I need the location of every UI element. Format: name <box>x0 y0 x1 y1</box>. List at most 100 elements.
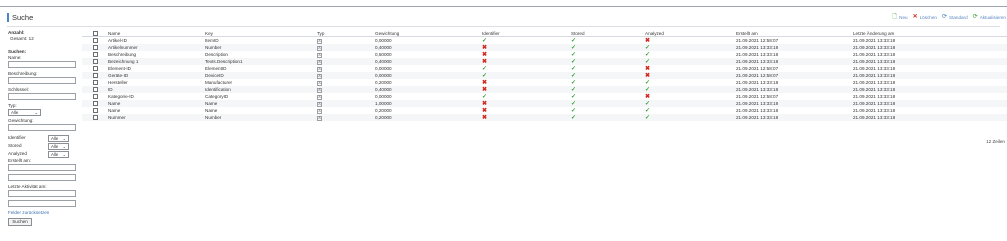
cell-name: Nummer <box>108 115 126 120</box>
row-select-cell <box>82 59 108 64</box>
row-checkbox[interactable] <box>92 45 98 50</box>
last-activity-to-input[interactable] <box>8 200 76 207</box>
cell-gewichtung: 0,00000 <box>375 94 392 99</box>
row-checkbox[interactable] <box>92 80 98 85</box>
created-from-input[interactable] <box>8 164 76 171</box>
row-checkbox[interactable] <box>92 38 98 43</box>
analyzed-label: Analyzed <box>8 151 27 156</box>
cell-key: Name <box>205 108 218 113</box>
table-body: Artikel-ID ItemID A 0,00000 ✓ ✓ ✖ 21.09.2021 12… <box>82 37 1007 121</box>
results-table: Name Key Typ Gewichtung Identifier Store… <box>82 30 1007 121</box>
cell-key: Description <box>205 52 228 57</box>
select-all-checkbox[interactable] <box>92 30 98 36</box>
cell-changed: 21.09.2021 13:33:18 <box>853 101 896 106</box>
cell-stored: ✓ <box>571 114 645 122</box>
cell-name: Artikel-ID <box>108 38 127 43</box>
name-input[interactable] <box>8 61 76 68</box>
cell-created: 21.09.2021 13:33:18 <box>736 52 779 57</box>
row-checkbox[interactable] <box>92 87 98 92</box>
page-plus-icon: 🗋 <box>892 14 898 20</box>
cell-created: 21.09.2021 13:33:18 <box>736 80 779 85</box>
identifier-label: Identifier <box>8 135 26 140</box>
header-identifier[interactable]: Identifier <box>482 30 571 37</box>
cell-changed: 21.09.2021 13:33:18 <box>853 52 896 57</box>
cell-gewichtung: 0,20000 <box>375 115 392 120</box>
identifier-select-value: Alle <box>51 135 59 141</box>
cell-name: Beschreibung <box>108 52 137 57</box>
cell-typ: A <box>317 107 375 114</box>
cell-key: Texts.Description1 <box>205 59 243 64</box>
search-button[interactable]: Suchen <box>8 218 32 226</box>
cell-changed: 21.09.2021 13:33:18 <box>853 115 896 120</box>
cell-gewichtung: 0,20000 <box>375 80 392 85</box>
analyzed-filter: Analyzed Alle ⌄ <box>8 150 80 158</box>
row-checkbox[interactable] <box>92 73 98 78</box>
cell-name: Artikelnummer <box>108 45 138 50</box>
header-stored[interactable]: Stored <box>571 30 645 37</box>
type-select-value: Alle <box>11 110 19 115</box>
row-checkbox[interactable] <box>92 115 98 120</box>
cell-gewichtung: 0,00000 <box>375 73 392 78</box>
header-created[interactable]: Erstellt am <box>736 30 853 37</box>
header-changed[interactable]: Letzte Änderung am <box>853 30 1007 37</box>
cell-gewichtung: 0,20000 <box>375 108 392 113</box>
table-row[interactable]: Nummer Number A 0,20000 ✖ ✓ ✓ 21.09.2021 13:33:… <box>82 114 1007 121</box>
row-checkbox[interactable] <box>92 66 98 71</box>
header-name[interactable]: Name <box>108 30 205 37</box>
row-checkbox[interactable] <box>92 52 98 57</box>
new-button[interactable]: 🗋 Neu <box>892 14 907 20</box>
standard-button[interactable]: ⟳ Standard <box>942 14 968 20</box>
row-checkbox[interactable] <box>92 101 98 106</box>
type-select[interactable]: Alle ⌄ <box>8 109 41 116</box>
row-count: 12 Zeilen <box>986 139 1005 144</box>
analyzed-select[interactable]: Alle ⌄ <box>48 150 69 158</box>
header-key[interactable]: Key <box>205 30 317 37</box>
header-typ[interactable]: Typ <box>317 30 375 37</box>
reset-fields-link[interactable]: Felder zurücksetzen <box>8 210 80 216</box>
cell-gewichtung: 0,50000 <box>375 52 392 57</box>
cell-typ: A <box>317 58 375 65</box>
row-select-cell <box>82 108 108 113</box>
cell-created: 21.09.2021 13:33:18 <box>736 87 779 92</box>
page-title: Suche <box>7 13 33 22</box>
header-divider <box>7 26 1000 27</box>
new-button-label: Neu <box>899 14 908 20</box>
row-checkbox[interactable] <box>92 59 98 64</box>
row-checkbox[interactable] <box>92 94 98 99</box>
cell-changed: 21.09.2021 13:33:18 <box>853 59 896 64</box>
cell-changed: 21.09.2021 13:33:18 <box>853 73 896 78</box>
cell-name: Name <box>108 108 121 113</box>
check-icon: ✓ <box>571 114 577 121</box>
cell-name: Kategorie-ID <box>108 94 134 99</box>
cell-typ: A <box>317 51 375 58</box>
created-to-input[interactable] <box>8 174 76 181</box>
header-analyzed[interactable]: Analyzed <box>645 30 736 37</box>
cell-key: Number <box>205 45 222 50</box>
description-input[interactable] <box>8 77 76 84</box>
row-checkbox[interactable] <box>92 108 98 113</box>
row-select-cell <box>82 52 108 57</box>
cell-changed: 21.09.2021 13:33:18 <box>853 38 896 43</box>
identifier-filter: Identifier Alle ⌄ <box>8 134 80 142</box>
delete-button[interactable]: ✕ Löschen <box>913 14 937 20</box>
cell-typ: A <box>317 44 375 51</box>
last-activity-from-input[interactable] <box>8 190 76 197</box>
cell-gewichtung: 0,40000 <box>375 45 392 50</box>
row-select-cell <box>82 115 108 120</box>
identifier-select[interactable]: Alle ⌄ <box>48 134 69 142</box>
cell-changed: 21.09.2021 13:33:18 <box>853 87 896 92</box>
cell-key: CategoryID <box>205 94 229 99</box>
header-gewichtung[interactable]: Gewichtung <box>375 30 482 37</box>
cell-key: ItemID <box>205 38 219 43</box>
key-input[interactable] <box>8 93 76 100</box>
search-sidebar: Anzahl: Gesamt: 12 Suchen: Name: Beschre… <box>8 30 80 226</box>
update-button[interactable]: ⟳ Aktualisieren <box>973 14 1006 20</box>
cell-key: Number <box>205 115 222 120</box>
cell-typ: A <box>317 79 375 86</box>
weight-input[interactable] <box>8 124 76 131</box>
cell-created: 21.09.2021 12:58:07 <box>736 94 779 99</box>
cell-key: ElementID <box>205 66 227 71</box>
cell-created: 21.09.2021 13:33:18 <box>736 45 779 50</box>
stored-select[interactable]: Alle ⌄ <box>48 142 69 150</box>
check-icon: ✓ <box>645 114 651 121</box>
